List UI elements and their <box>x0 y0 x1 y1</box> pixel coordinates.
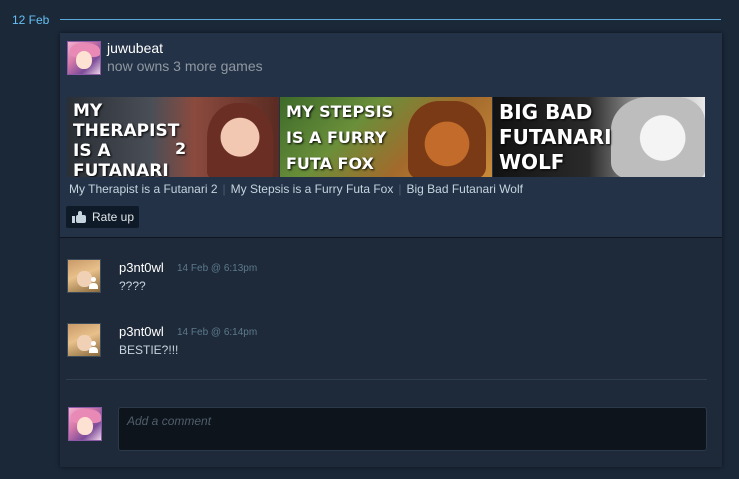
comment-timestamp: 14 Feb @ 6:14pm <box>177 327 258 338</box>
activity-header: juwubeat now owns 3 more games MY THERAP… <box>60 33 722 238</box>
comment-timestamp: 14 Feb @ 6:13pm <box>177 263 258 274</box>
game-link-3[interactable]: Big Bad Futanari Wolf <box>406 182 523 196</box>
game-link-2[interactable]: My Stepsis is a Furry Futa Fox <box>231 182 394 196</box>
comment: p3nt0wl 14 Feb @ 6:13pm ???? <box>67 259 667 299</box>
game-banner-title: BIG BAD FUTANARI WOLF <box>499 100 612 174</box>
game-banner-2[interactable]: MY STEPSIS IS A FURRY FUTA FOX <box>280 97 492 177</box>
game-banner-1[interactable]: MY THERAPIST IS A FUTANARI 2 <box>67 97 279 177</box>
game-banner-title: MY STEPSIS IS A FURRY FUTA FOX <box>286 102 394 173</box>
date-header: 12 Feb <box>0 10 739 30</box>
thumbs-up-icon <box>72 211 86 223</box>
comment-text: ???? <box>119 279 146 293</box>
commenter-name[interactable]: p3nt0wl <box>119 324 164 339</box>
game-link-1[interactable]: My Therapist is a Futanari 2 <box>69 182 218 196</box>
user-avatar[interactable] <box>67 41 101 75</box>
game-banner-number: 2 <box>175 139 187 158</box>
rate-up-button[interactable]: Rate up <box>66 206 139 228</box>
commenter-avatar[interactable] <box>67 259 101 293</box>
date-divider <box>60 19 721 20</box>
comment-text: BESTIE?!!! <box>119 343 179 357</box>
comment: p3nt0wl 14 Feb @ 6:14pm BESTIE?!!! <box>67 323 667 363</box>
current-user-avatar <box>68 407 102 441</box>
link-separator: | <box>222 182 226 196</box>
activity-username[interactable]: juwubeat <box>107 40 163 56</box>
activity-card: juwubeat now owns 3 more games MY THERAP… <box>60 33 722 467</box>
date-label: 12 Feb <box>12 13 50 27</box>
rate-up-label: Rate up <box>92 210 135 224</box>
friend-person-icon <box>88 341 99 354</box>
friend-person-icon <box>88 277 99 290</box>
link-separator: | <box>398 182 402 196</box>
game-banner-3[interactable]: BIG BAD FUTANARI WOLF <box>493 97 705 177</box>
comments-divider <box>66 379 707 380</box>
commenter-avatar[interactable] <box>67 323 101 357</box>
commenter-name[interactable]: p3nt0wl <box>119 260 164 275</box>
game-art <box>207 103 273 177</box>
game-art <box>611 97 705 177</box>
comment-input[interactable] <box>118 407 707 451</box>
game-links: My Therapist is a Futanari 2 | My Stepsis … <box>69 182 523 196</box>
activity-description: now owns 3 more games <box>107 58 263 74</box>
